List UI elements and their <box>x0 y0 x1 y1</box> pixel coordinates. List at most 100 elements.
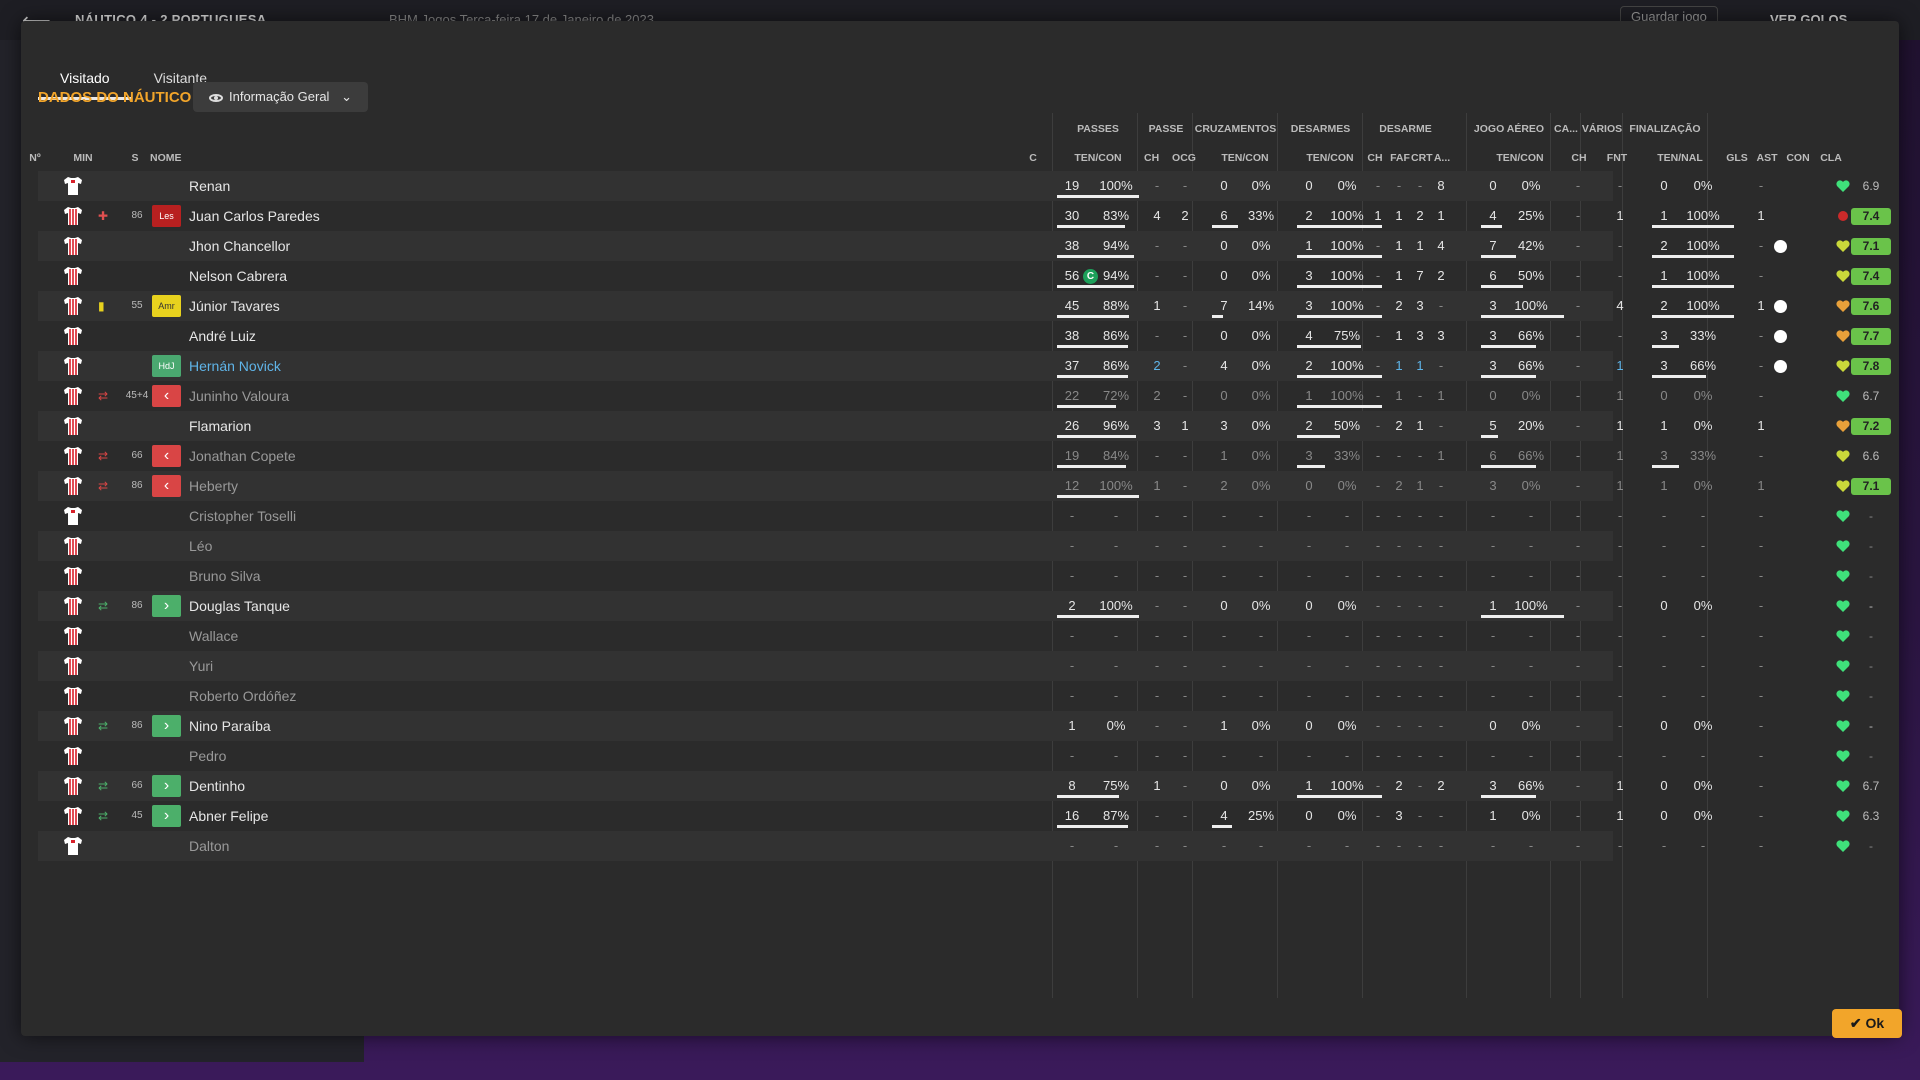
stat-cach: - <box>1575 778 1581 793</box>
success-rate-bar <box>1481 315 1564 318</box>
player-name[interactable]: Wallace <box>189 621 238 651</box>
group-header-finalizacao[interactable]: FINALIZAÇÃO <box>1623 123 1707 135</box>
player-name[interactable]: Nelson Cabrera <box>189 261 287 291</box>
ok-button[interactable]: ✔ Ok <box>1832 1009 1902 1038</box>
player-name[interactable]: Renan <box>189 171 230 201</box>
column-header-cruz-tc[interactable]: TEN/CON <box>1215 152 1275 164</box>
stat-pch: - <box>1154 628 1160 643</box>
stat-c1: 0 <box>1220 388 1228 403</box>
column-header-aer-tc[interactable]: TEN/CON <box>1490 152 1550 164</box>
player-name[interactable]: Júnior Tavares <box>189 291 280 321</box>
stat-f1: - <box>1661 538 1667 553</box>
stat-cach: - <box>1575 568 1581 583</box>
group-header-cruzamentos[interactable]: CRUZAMENTOS <box>1193 123 1278 135</box>
table-row[interactable]: ⇄ 86 ‹ Heberty 12 100% 1-2 0% 0 0% -2 1-3 0% -1 1 0% 1 7.… <box>38 471 1891 501</box>
table-row[interactable]: Jhon Chancellor 38 94% - -0 0% 1 100% -1 1 4 7 42% - -… <box>38 231 1891 261</box>
column-header-d-crt[interactable]: CRT <box>1411 152 1433 164</box>
column-header-nome[interactable]: NOME <box>150 152 230 164</box>
player-name[interactable]: Roberto Ordóñez <box>189 681 296 711</box>
column-header-cla[interactable]: CLA <box>1816 152 1846 164</box>
player-name[interactable]: Dalton <box>189 831 229 861</box>
table-row[interactable]: ⇄ 66 ‹ Jonathan Copete 19 84% - -1 0% 3 33% - - -1 6 66… <box>38 441 1879 471</box>
table-row[interactable]: Yuri - - - - - - - - - - - - - - - - - - - - <box>38 651 1873 681</box>
player-name[interactable]: Hernán Novick <box>189 351 281 381</box>
column-header-s[interactable]: S <box>127 152 143 164</box>
table-row[interactable]: Dalton - - - - - - - - - - - - - - - - - - - - <box>38 831 1873 861</box>
table-row[interactable]: Léo - - - - - - - - - - - - - - - - - - - - <box>38 531 1873 561</box>
stat-p2: - <box>1113 658 1119 673</box>
player-name[interactable]: Juninho Valoura <box>189 381 289 411</box>
column-header-fnt[interactable]: FNT <box>1606 152 1628 164</box>
player-name[interactable]: Jhon Chancellor <box>189 231 290 261</box>
column-header-c[interactable]: C <box>1026 152 1040 164</box>
column-header-d-a[interactable]: A... <box>1432 152 1452 164</box>
stat-c2: - <box>1258 838 1264 853</box>
table-row[interactable]: Bruno Silva - - - - - - - - - - - - - - - - - - - - <box>38 561 1873 591</box>
player-name[interactable]: Pedro <box>189 741 226 771</box>
column-header-des-tc[interactable]: TEN/CON <box>1300 152 1360 164</box>
player-name[interactable]: André Luiz <box>189 321 256 351</box>
player-name[interactable]: Yuri <box>189 651 213 681</box>
table-row[interactable]: Pedro - - - - - - - - - - - - - - - - - - - - <box>38 741 1873 771</box>
stat-ast: - <box>1758 598 1764 613</box>
table-row[interactable]: ✚ 86 Les Juan Carlos Paredes 30 83% 4 2 6 33% 2 100… <box>38 201 1891 231</box>
group-header-passes[interactable]: PASSES <box>1057 123 1139 135</box>
column-header-fin-tn[interactable]: TEN/NAL <box>1650 152 1710 164</box>
column-header-ast[interactable]: AST <box>1756 152 1778 164</box>
player-name[interactable]: Douglas Tanque <box>189 591 290 621</box>
column-header-min[interactable]: MIN <box>69 152 97 164</box>
player-name[interactable]: Jonathan Copete <box>189 441 296 471</box>
rating-badge: - <box>1869 749 1873 763</box>
stat-pocg: - <box>1182 748 1188 763</box>
group-header-jogo_aereo[interactable]: JOGO AÉREO <box>1467 123 1551 135</box>
column-header-d-ch[interactable]: CH <box>1367 152 1383 164</box>
player-name[interactable]: Flamarion <box>189 411 251 441</box>
player-name[interactable]: Léo <box>189 531 212 561</box>
stat-dfaf: - <box>1396 748 1402 763</box>
column-header-passe-ch[interactable]: CH <box>1144 152 1159 164</box>
table-row[interactable]: Flamarion 26 96% 3 1 3 0% 2 50% -2 1-5 20% -1 1 0% 1 7.2 <box>38 411 1891 441</box>
table-row[interactable]: ▮ 55 Amr Júnior Tavares 45 88% 1-7 14% 3 100% -2 3-… <box>38 291 1891 321</box>
column-header-gls[interactable]: GLS <box>1726 152 1748 164</box>
rating-badge: - <box>1869 539 1873 553</box>
player-name[interactable]: Dentinho <box>189 771 245 801</box>
group-header-passe[interactable]: PASSE <box>1139 123 1193 135</box>
player-name[interactable]: Abner Felipe <box>189 801 268 831</box>
table-row[interactable]: Nelson Cabrera C 56 94% - -0 0% 3 100% -1 7 2 6 50% - -… <box>38 261 1891 291</box>
column-header-passe-ocg[interactable]: OCG <box>1170 152 1198 164</box>
table-row[interactable]: ⇄ 66 › Dentinho 8 75% 1-0 0% 1 100% -2-2 3 66% -1 0 0% -… <box>38 771 1879 801</box>
table-row[interactable]: HdJ Hernán Novick 37 86% 2-4 0% 2 100% -1 1-3 66% -… <box>38 351 1891 381</box>
column-header-passes-tc[interactable]: TEN/CON <box>1068 152 1128 164</box>
group-header-desarmes[interactable]: DESARMES <box>1278 123 1363 135</box>
view-dropdown[interactable]: Informação Geral ⌄ <box>193 82 368 112</box>
player-name[interactable]: Juan Carlos Paredes <box>189 201 320 231</box>
success-rate-bar <box>1297 225 1382 228</box>
table-row[interactable]: Renan 19 100% - -0 0% 0 0% - - -8 0 0% - -0 0% -6.9 <box>38 171 1879 201</box>
table-row[interactable]: Cristopher Toselli - - - - - - - - - - - - - - - - - - - - <box>38 501 1873 531</box>
table-row[interactable]: Roberto Ordóñez - - - - - - - - - - - - - - - - - - - - <box>38 681 1873 711</box>
stat-c2: 0% <box>1251 328 1271 343</box>
table-row[interactable]: ⇄ 45 › Abner Felipe 16 87% - -4 25% 0 0% -3- -1 0% -1 0… <box>38 801 1879 831</box>
table-row[interactable]: ⇄ 86 › Douglas Tanque 2 100% - -0 0% 0 0% - - - -1 100%… <box>38 591 1873 621</box>
group-header-ca[interactable]: CA... <box>1551 123 1581 135</box>
player-name[interactable]: Nino Paraíba <box>189 711 271 741</box>
player-name[interactable]: Cristopher Toselli <box>189 501 296 531</box>
stat-ast: - <box>1758 178 1764 193</box>
stat-c2: 0% <box>1251 388 1271 403</box>
table-row[interactable]: André Luiz 38 86% - -0 0% 4 75% -1 3 3 3 66% - -3 33% -7… <box>38 321 1891 351</box>
player-name[interactable]: Heberty <box>189 471 238 501</box>
column-header-con[interactable]: CON <box>1785 152 1811 164</box>
player-name[interactable]: Bruno Silva <box>189 561 261 591</box>
column-header-num[interactable]: Nº <box>22 152 48 164</box>
stat-c2: - <box>1258 688 1264 703</box>
condition-heart-icon <box>1836 840 1850 852</box>
column-header-d-faf[interactable]: FAF <box>1390 152 1410 164</box>
column-header-ca-ch[interactable]: CH <box>1571 152 1587 164</box>
stat-dcrt: 1 <box>1416 478 1424 493</box>
group-header-varios[interactable]: VÁRIOS <box>1581 123 1623 135</box>
group-header-desarme[interactable]: DESARME <box>1363 123 1448 135</box>
table-row[interactable]: ⇄ 86 › Nino Paraíba 1 0% - -1 0% 0 0% - - - -0 0% - -0 0% -… <box>38 711 1873 741</box>
table-row[interactable]: ⇄ 45+4 ‹ Juninho Valoura 22 72% 2-0 0% 1 100% -1-1… <box>38 381 1879 411</box>
stat-c1: 0 <box>1220 778 1228 793</box>
table-row[interactable]: Wallace - - - - - - - - - - - - - - - - - - - - <box>38 621 1873 651</box>
